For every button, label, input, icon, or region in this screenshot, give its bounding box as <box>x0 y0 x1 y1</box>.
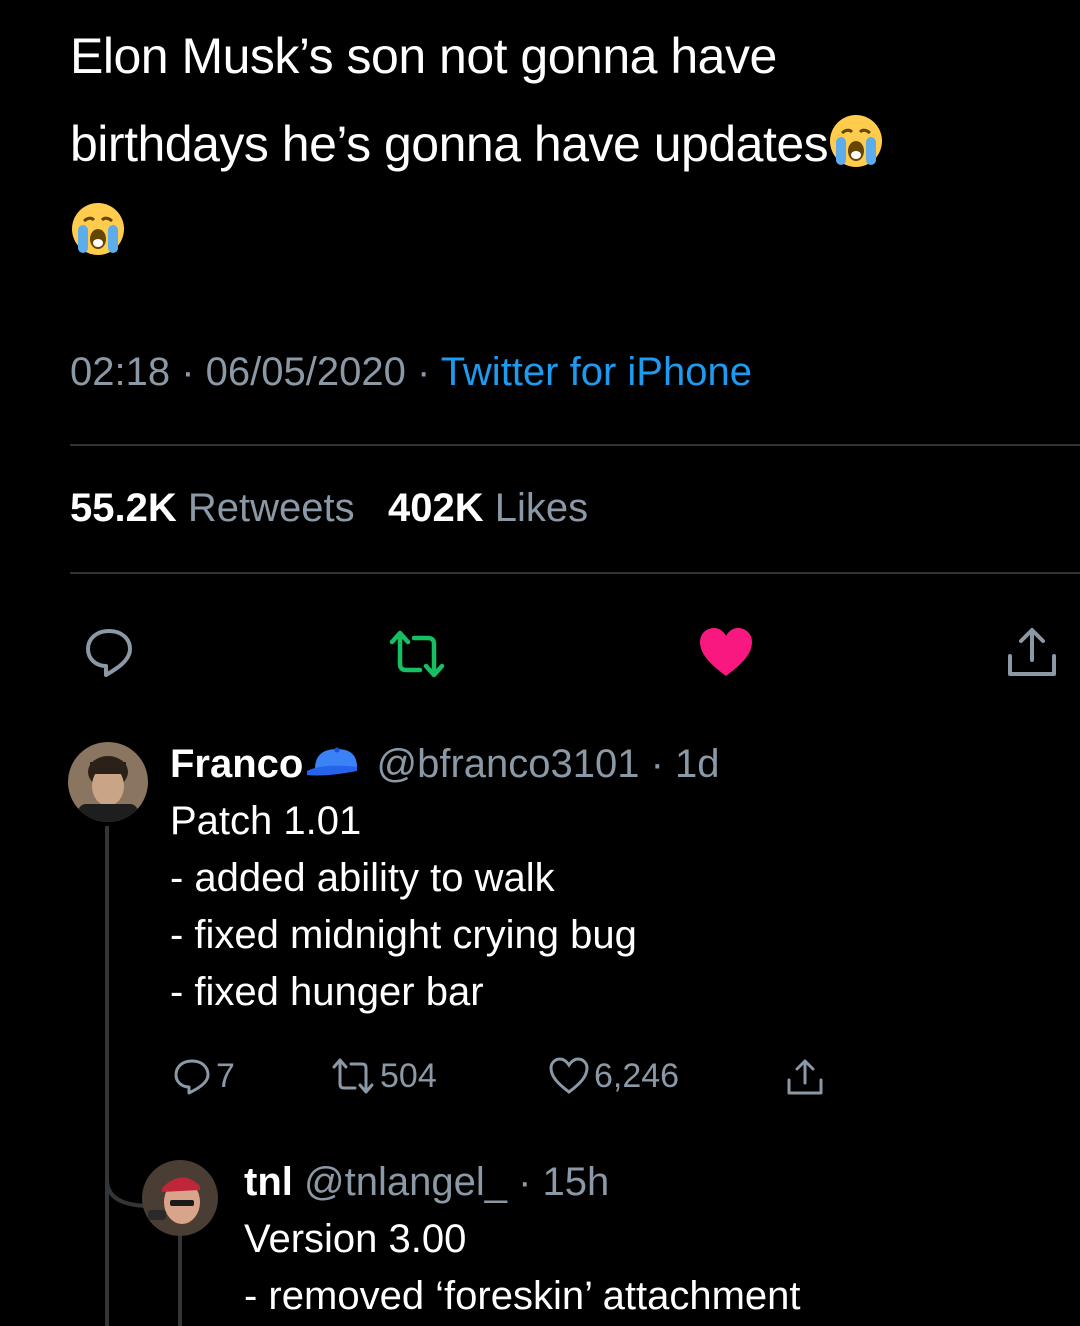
reply-line: - removed ‘foreskin’ attachment <box>244 1274 801 1318</box>
tweet-source-link[interactable]: Twitter for iPhone <box>441 350 752 394</box>
loudly-crying-face-icon <box>830 115 883 167</box>
reply-line: Patch 1.01 <box>170 799 362 843</box>
heart-icon[interactable] <box>698 626 754 678</box>
avatar[interactable] <box>68 742 148 822</box>
meta-separator: · <box>170 350 206 394</box>
retweet-count[interactable]: 55.2K <box>70 486 177 530</box>
meta-separator: · <box>405 350 441 394</box>
reply-like-button[interactable]: 6,246 <box>548 1056 679 1096</box>
reply-line: - fixed midnight crying bug <box>170 913 637 957</box>
blue-cap-icon <box>307 747 358 776</box>
reply-line: Version 3.00 <box>244 1217 467 1261</box>
tweet-time: 02:18 <box>70 350 171 394</box>
reply-franco: Franco @bfranco3101 · 1d Patch 1.01 - ad… <box>170 736 720 1021</box>
reply-icon <box>174 1059 210 1095</box>
reply-line: - fixed hunger bar <box>170 970 484 1014</box>
divider <box>70 572 1080 574</box>
reply-retweet-button[interactable]: 504 <box>330 1056 437 1096</box>
tweet-text: Elon Musk’s son not gonna have birthdays… <box>70 12 1070 276</box>
like-count: 6,246 <box>594 1056 680 1095</box>
like-label[interactable]: Likes <box>495 486 588 530</box>
tweet-line-2-text: birthdays he’s gonna have updates <box>70 116 829 172</box>
tweet-line-1: Elon Musk’s son not gonna have <box>70 28 777 84</box>
reply-header: tnl @tnlangel_ · 15h <box>244 1154 801 1211</box>
reply-header: Franco @bfranco3101 · 1d <box>170 736 720 793</box>
like-count[interactable]: 402K <box>388 486 484 530</box>
reply-time: · 15h <box>518 1160 610 1204</box>
reply-icon[interactable] <box>82 625 136 679</box>
share-icon <box>787 1059 823 1095</box>
reply-author-name[interactable]: tnl <box>244 1160 293 1204</box>
reply-share-button[interactable] <box>784 1056 826 1098</box>
reply-reply-button[interactable]: 7 <box>172 1056 235 1096</box>
tweet-meta: 02:18 · 06/05/2020 · Twitter for iPhone <box>70 350 752 395</box>
retweet-count: 504 <box>380 1056 437 1095</box>
thread-line <box>178 1236 182 1326</box>
loudly-crying-face-icon <box>72 203 124 255</box>
thread-line <box>105 826 109 1326</box>
reply-author-handle[interactable]: @bfranco3101 <box>376 742 639 786</box>
reply-line: - added ability to walk <box>170 856 555 900</box>
divider <box>70 444 1080 446</box>
tweet-line-2: birthdays he’s gonna have updates <box>70 100 1070 188</box>
retweet-icon[interactable] <box>386 628 448 680</box>
share-icon[interactable] <box>1004 624 1060 680</box>
tweet-stats: 55.2K Retweets 402K Likes <box>70 486 588 531</box>
tweet-line-3 <box>70 188 1070 276</box>
retweet-icon <box>332 1058 374 1094</box>
avatar[interactable] <box>142 1160 218 1236</box>
tweet-date: 06/05/2020 <box>205 350 406 394</box>
retweet-label[interactable]: Retweets <box>188 486 355 530</box>
reply-author-handle[interactable]: @tnlangel_ <box>304 1160 507 1204</box>
reply-author-name[interactable]: Franco <box>170 742 303 786</box>
heart-icon <box>549 1057 589 1094</box>
reply-tnl: tnl @tnlangel_ · 15h Version 3.00 - remo… <box>244 1154 801 1325</box>
reply-count: 7 <box>216 1056 235 1095</box>
reply-time: · 1d <box>650 742 720 786</box>
